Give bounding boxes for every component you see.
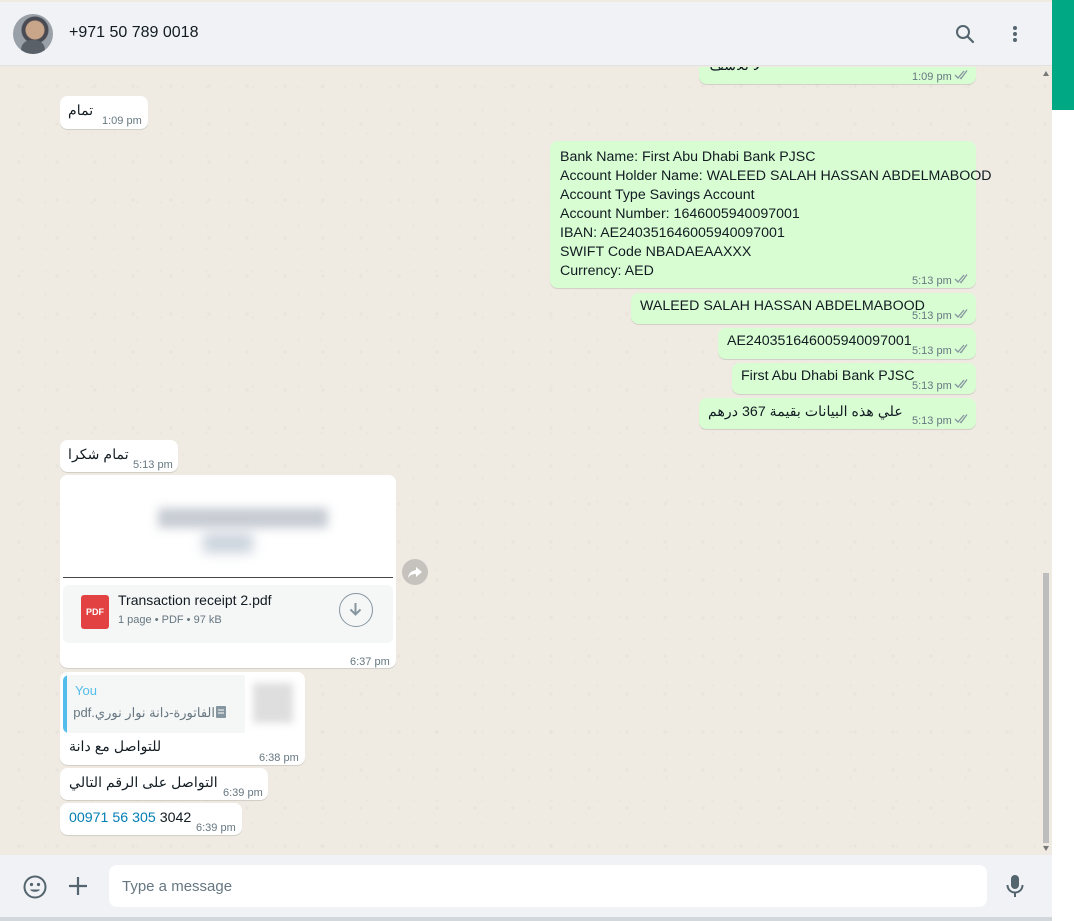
forward-icon (408, 567, 422, 578)
document-attachment[interactable]: PDF Transaction receipt 2.pdf 1 page • P… (63, 585, 393, 643)
scroll-thumb[interactable] (1043, 573, 1049, 843)
quote-thumbnail (245, 675, 302, 733)
forward-button[interactable] (402, 559, 428, 585)
document-meta: 1 page • PDF • 97 kB (118, 614, 222, 626)
message-time: 5:13 pm (912, 310, 952, 322)
download-icon (349, 603, 362, 616)
attach-plus-icon[interactable] (66, 874, 90, 898)
message-outgoing[interactable]: علي هذه البيانات بقيمة 367 درهم 5:13 pm (699, 398, 976, 429)
read-ticks-icon (954, 414, 968, 424)
bank-name-line: Bank Name: First Abu Dhabi Bank PJSC (560, 149, 816, 165)
message-text: AE240351646005940097001 (727, 333, 912, 349)
document-file-name: Transaction receipt 2.pdf (118, 592, 272, 608)
right-edge-panel (1052, 0, 1074, 921)
phone-link[interactable]: 00971 56 305 (69, 810, 156, 826)
read-ticks-icon (954, 274, 968, 284)
message-outgoing[interactable]: WALEED SALAH HASSAN ABDELMABOOD 5:13 pm (631, 293, 976, 324)
blurred-preview-content (158, 508, 328, 528)
download-button[interactable] (339, 593, 373, 627)
message-text: التواصل على الرقم التالي (69, 775, 218, 791)
contact-avatar[interactable] (13, 14, 53, 54)
message-incoming[interactable]: تمام 1:09 pm (60, 96, 148, 129)
quote-bar (63, 675, 67, 733)
message-outgoing[interactable]: AE240351646005940097001 5:13 pm (718, 328, 976, 359)
message-text: للتواصل مع دانة (69, 739, 162, 755)
contact-name[interactable]: +971 50 789 0018 (69, 24, 198, 42)
message-text: WALEED SALAH HASSAN ABDELMABOOD (640, 298, 925, 314)
message-list[interactable]: لا للأسف 1:09 pm تمام 1:09 pm Bank Name:… (0, 67, 1052, 855)
message-text: علي هذه البيانات بقيمة 367 درهم (708, 404, 903, 420)
phone-suffix: 3042 (159, 810, 192, 826)
message-time: 6:39 pm (196, 822, 236, 834)
message-time: 5:13 pm (912, 415, 952, 427)
message-time: 5:13 pm (133, 459, 173, 471)
message-incoming[interactable]: 00971 56 305 3042 6:39 pm (60, 803, 242, 835)
menu-icon[interactable] (1003, 22, 1027, 46)
swift-line: SWIFT Code NBADAEAAXXX (560, 244, 752, 260)
document-icon (216, 706, 226, 718)
message-outgoing[interactable]: لا للأسف 1:09 pm (699, 67, 976, 84)
message-time: 5:13 pm (912, 380, 952, 392)
message-incoming[interactable]: التواصل على الرقم التالي 6:39 pm (60, 768, 268, 800)
message-time: 5:13 pm (912, 275, 952, 287)
read-ticks-icon (954, 379, 968, 389)
message-text: 00971 56 305 3042 (69, 809, 191, 828)
message-incoming-reply[interactable]: You الفاتورة-دانة نوار نوري.pdf للتواصل … (60, 672, 305, 765)
chat-header: +971 50 789 0018 (0, 2, 1052, 66)
message-outgoing[interactable]: First Abu Dhabi Bank PJSC 5:13 pm (732, 363, 976, 394)
account-type-line: Account Type Savings Account (560, 187, 755, 203)
document-preview[interactable] (63, 478, 393, 578)
quote-author: You (75, 683, 97, 698)
message-outgoing-bank-details[interactable]: Bank Name: First Abu Dhabi Bank PJSC Acc… (550, 141, 992, 288)
chat-window: +971 50 789 0018 لا للأسف 1:09 pm تمام 1… (0, 0, 1052, 921)
message-list-scrollbar[interactable] (1040, 67, 1052, 855)
quote-text: الفاتورة-دانة نوار نوري.pdf (73, 705, 215, 720)
read-ticks-icon (954, 70, 968, 80)
message-text: لا للأسف (710, 67, 761, 76)
blurred-preview-content (203, 533, 253, 553)
read-ticks-icon (954, 344, 968, 354)
read-ticks-icon (954, 309, 968, 319)
message-time: 6:38 pm (259, 752, 299, 764)
emoji-icon[interactable] (22, 874, 48, 900)
iban-line: IBAN: AE240351646005940097001 (560, 225, 785, 241)
currency-line: Currency: AED (560, 263, 654, 279)
account-holder-line: Account Holder Name: WALEED SALAH HASSAN… (560, 168, 992, 184)
message-incoming-document[interactable]: PDF Transaction receipt 2.pdf 1 page • P… (60, 475, 396, 668)
message-time: 1:09 pm (912, 71, 952, 83)
quoted-message[interactable]: You الفاتورة-دانة نوار نوري.pdf (63, 675, 302, 733)
search-icon[interactable] (953, 22, 977, 46)
message-incoming[interactable]: تمام شكرا 5:13 pm (60, 440, 178, 472)
right-edge-blank (1052, 110, 1074, 921)
message-input[interactable] (109, 865, 987, 907)
right-edge-accent (1052, 0, 1074, 110)
scroll-down-arrow[interactable] (1043, 846, 1049, 851)
message-time: 6:37 pm (350, 656, 390, 668)
window-bottom-edge (0, 917, 1052, 921)
account-number-line: Account Number: 1646005940097001 (560, 206, 800, 222)
message-time: 1:09 pm (102, 115, 142, 127)
message-text: تمام (68, 103, 94, 119)
message-text: تمام شكرا (68, 447, 129, 463)
microphone-icon[interactable] (1004, 873, 1026, 899)
pdf-icon: PDF (81, 595, 109, 629)
message-text: First Abu Dhabi Bank PJSC (741, 368, 915, 384)
scroll-up-arrow[interactable] (1043, 71, 1049, 76)
composer-bar (0, 855, 1052, 917)
message-time: 6:39 pm (223, 787, 263, 799)
message-time: 5:13 pm (912, 345, 952, 357)
